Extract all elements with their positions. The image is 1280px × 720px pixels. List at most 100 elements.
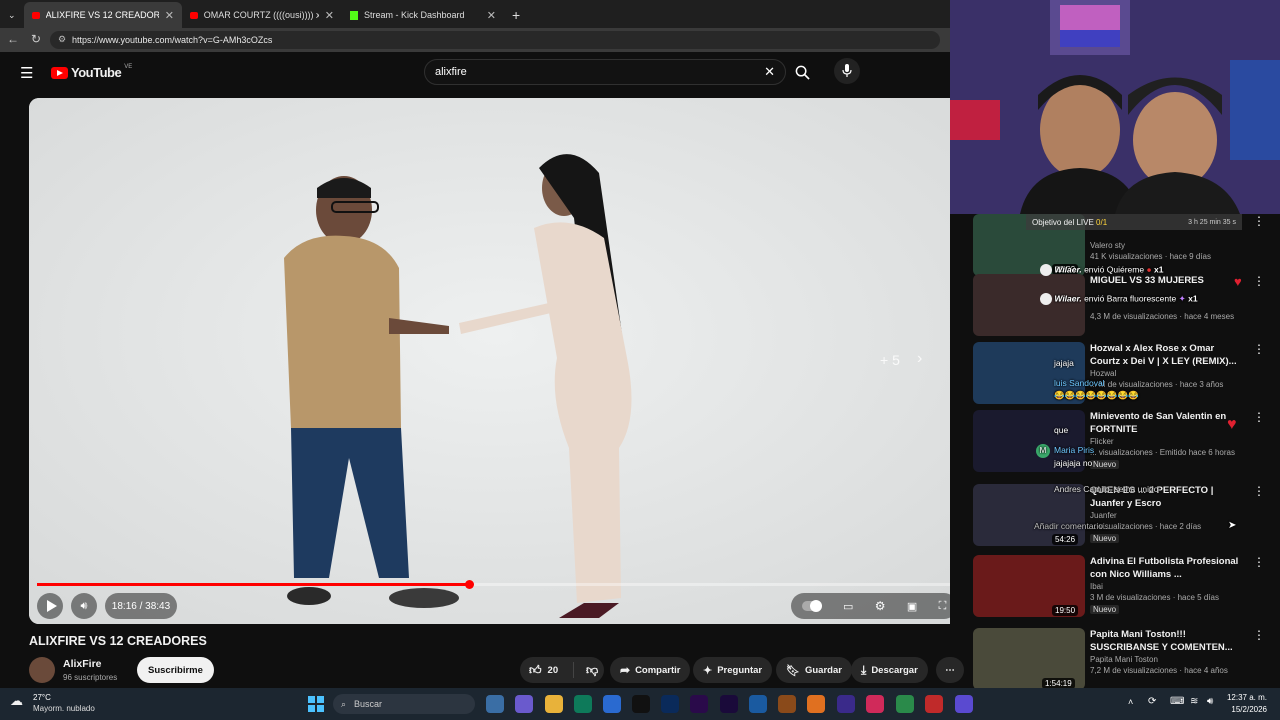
search-query: alixfire — [435, 66, 467, 78]
weather-icon[interactable]: ☁ — [10, 693, 23, 709]
discord-icon[interactable] — [955, 695, 973, 713]
kick-icon — [350, 10, 358, 20]
suggested-channel[interactable]: Hozwal — [1090, 369, 1116, 378]
after-effects-icon[interactable] — [720, 695, 738, 713]
voice-search-button[interactable] — [834, 58, 860, 84]
new-tab-button[interactable]: + — [504, 2, 528, 28]
download-button[interactable]: ⤓ Descargar — [851, 657, 928, 683]
suggested-channel[interactable]: Ibai — [1090, 582, 1103, 591]
weather-temp[interactable]: 27°C — [33, 693, 51, 702]
clock-date[interactable]: 15/2/2026 — [1225, 705, 1267, 714]
close-tab-icon[interactable]: ✕ — [165, 9, 174, 22]
premiere-icon[interactable] — [690, 695, 708, 713]
suggested-channel[interactable]: Juanfer — [1090, 511, 1117, 520]
edge-icon[interactable] — [574, 695, 592, 713]
suggested-video[interactable]: 19:50 Adivina El Futbolista Profesional c… — [973, 555, 1265, 619]
save-button[interactable]: 🔖︎ Guardar — [776, 657, 852, 683]
suggested-channel[interactable]: Valero sty — [1090, 241, 1125, 250]
fullscreen-icon[interactable]: ⛶ — [939, 600, 947, 613]
url-field[interactable]: ⚙ https://www.youtube.com/watch?v=G-AMh3… — [50, 31, 940, 49]
tab-list-button[interactable]: ⌄ — [0, 2, 24, 28]
copilot-icon[interactable] — [515, 695, 533, 713]
volume-button[interactable]: 🔊︎ — [71, 593, 97, 619]
store-icon[interactable] — [603, 695, 621, 713]
search-input[interactable]: alixfire ✕ — [424, 59, 786, 85]
chevron-right-icon[interactable]: › — [917, 350, 922, 368]
language-icon[interactable]: ⌨ — [1170, 696, 1184, 707]
tiktok-studio-icon[interactable] — [866, 695, 884, 713]
photoshop-icon[interactable] — [661, 695, 679, 713]
obs-icon[interactable] — [837, 695, 855, 713]
reload-icon[interactable]: ↻ — [31, 32, 41, 46]
youtube-logo[interactable]: YouTube VE — [51, 64, 132, 80]
channel-avatar[interactable] — [29, 657, 55, 683]
back-arrow-icon[interactable]: ← — [7, 32, 19, 46]
miniplayer-icon[interactable]: ▣ — [907, 600, 917, 613]
suggested-title[interactable]: Hozwal x Alex Rose x Omar Courtz x Dei V… — [1090, 342, 1240, 368]
taskbar-search[interactable]: ⌕ Buscar — [333, 694, 475, 714]
vlc-icon[interactable] — [807, 695, 825, 713]
clock-time[interactable]: 12:37 a. m. — [1225, 693, 1267, 702]
more-vertical-icon[interactable]: ⋮ — [1253, 555, 1265, 569]
more-horizontal-icon: ⋯ — [945, 664, 955, 676]
send-icon[interactable]: ➤ — [1228, 520, 1236, 531]
dislike-button[interactable]: 👎︎ — [579, 663, 598, 678]
suggested-channel[interactable]: Papita Mani Toston — [1090, 655, 1158, 664]
share-button[interactable]: ➦ Compartir — [610, 657, 691, 683]
suggested-title[interactable]: Adivina El Futbolista Profesional con Ni… — [1090, 555, 1240, 581]
like-button[interactable]: 👍︎ 20 — [520, 662, 574, 678]
youtube-icon — [190, 11, 198, 19]
volume-icon[interactable]: 🔊︎ — [1207, 696, 1213, 707]
app-icon[interactable] — [778, 695, 796, 713]
menu-icon[interactable]: ☰ — [20, 64, 33, 82]
rose-gift-icon: ● — [1146, 264, 1152, 275]
more-vertical-icon[interactable]: ⋮ — [1253, 274, 1265, 288]
channel-name[interactable]: AlixFire — [63, 658, 102, 670]
task-view-icon[interactable] — [486, 695, 504, 713]
ask-label: Preguntar — [717, 664, 763, 676]
more-videos-count[interactable]: + 5 — [880, 352, 900, 368]
browser-tab[interactable]: OMAR COURTZ ((((ousi)))) x KARBe ✕ — [182, 2, 342, 28]
weather-desc[interactable]: Mayorm. nublado — [33, 704, 95, 713]
more-vertical-icon[interactable]: ⋮ — [1253, 628, 1265, 642]
windows-start-icon[interactable] — [307, 695, 325, 713]
clear-search-icon[interactable]: ✕ — [764, 64, 775, 80]
suggested-video[interactable]: Minievento de San Valentin en FORTNITE Fl… — [973, 410, 1265, 474]
suggested-video[interactable]: MIGUEL VS 33 MUJERES 4,3 M de visualizaci… — [973, 274, 1265, 338]
wifi-icon[interactable]: ≋ — [1190, 696, 1198, 707]
more-vertical-icon[interactable]: ⋮ — [1253, 214, 1265, 228]
video-thumbnail[interactable] — [973, 274, 1085, 336]
chrome-icon[interactable] — [896, 695, 914, 713]
chevron-down-icon: ⌄ — [8, 9, 16, 20]
more-vertical-icon[interactable]: ⋮ — [1253, 410, 1265, 424]
record-icon[interactable] — [925, 695, 943, 713]
search-button[interactable] — [786, 59, 818, 85]
close-tab-icon[interactable]: ✕ — [325, 9, 334, 22]
more-actions-button[interactable]: ⋯ — [936, 657, 964, 683]
browser-tab[interactable]: ALIXFIRE VS 12 CREADORES - You ✕ — [24, 2, 182, 28]
file-explorer-icon[interactable] — [545, 695, 563, 713]
subscribe-button[interactable]: Suscribirme — [137, 657, 214, 683]
chat-username: Maria Piris — [1054, 445, 1095, 455]
video-player[interactable]: + 5 › — [29, 98, 963, 624]
comment-input[interactable]: Añadir comentario... — [1034, 521, 1110, 531]
ask-button[interactable]: ✦ Preguntar — [693, 657, 773, 683]
play-button[interactable] — [37, 593, 63, 619]
tray-app-icon[interactable]: ⟳ — [1148, 696, 1156, 707]
save-label: Guardar — [804, 664, 842, 676]
close-tab-icon[interactable]: ✕ — [487, 9, 496, 22]
settings-gear-icon[interactable]: ⚙ — [875, 599, 886, 613]
suggested-title[interactable]: Minievento de San Valentin en FORTNITE — [1090, 410, 1240, 436]
tiktok-icon[interactable] — [632, 695, 650, 713]
more-vertical-icon[interactable]: ⋮ — [1253, 342, 1265, 356]
suggested-title[interactable]: Papita Mani Toston!!! SUSCRIBANSE Y COME… — [1090, 628, 1240, 654]
subtitles-icon[interactable]: ▭ — [843, 600, 853, 613]
browser-tab[interactable]: Stream - Kick Dashboard ✕ — [342, 2, 504, 28]
seek-bar[interactable] — [37, 580, 955, 589]
suggested-video[interactable]: 1:54:19 Papita Mani Toston!!! SUSCRIBANSE… — [973, 628, 1265, 688]
tray-chevron-icon[interactable]: ˄ — [1128, 697, 1133, 707]
autoplay-toggle[interactable] — [801, 600, 822, 612]
site-info-icon[interactable]: ⚙ — [58, 34, 66, 45]
vscode-icon[interactable] — [749, 695, 767, 713]
more-vertical-icon[interactable]: ⋮ — [1253, 484, 1265, 498]
